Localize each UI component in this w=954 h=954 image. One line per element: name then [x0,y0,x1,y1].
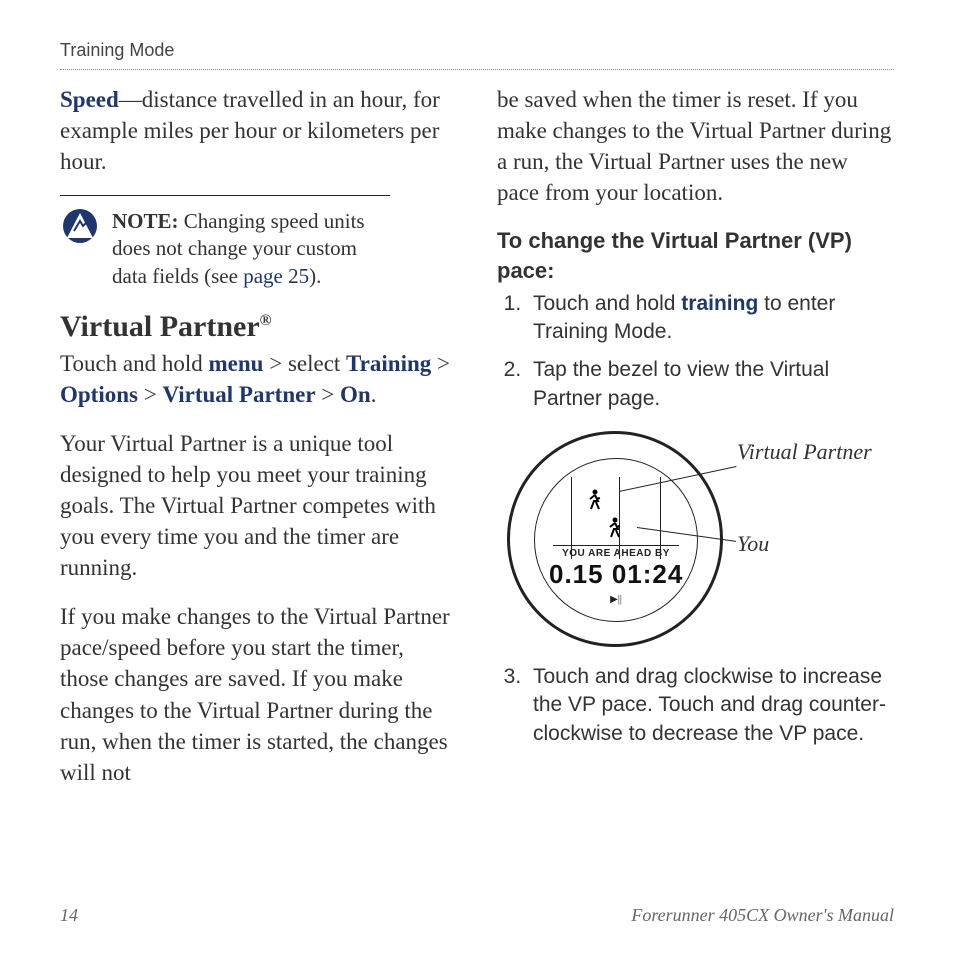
page-25-link[interactable]: page 25 [243,264,309,288]
step-1: Touch and hold training to enter Trainin… [527,290,894,347]
right-column: be saved when the timer is reset. If you… [497,84,894,874]
callout-you: You [737,531,769,557]
status-line: YOU ARE AHEAD BY [553,545,679,559]
you-runner-icon [605,517,623,539]
virtual-partner-heading: Virtual Partner® [60,310,457,344]
left-column: Speed—distance travelled in an hour, for… [60,84,457,874]
speed-definition: Speed—distance travelled in an hour, for… [60,84,457,177]
note-text: NOTE: Changing speed units does not chan… [112,208,390,290]
watch-readout: 0.15 01:24 [549,559,683,590]
watch-bezel: YOU ARE AHEAD BY 0.15 01:24 ▶|| [507,431,723,647]
callout-virtual-partner: Virtual Partner [737,439,872,465]
warning-triangle-icon [60,208,100,244]
vp-intro-para: Your Virtual Partner is a unique tool de… [60,428,457,583]
vp-changes-para: If you make changes to the Virtual Partn… [60,601,457,787]
virtual-partner-runner-icon [585,489,603,511]
page-number: 14 [60,905,78,926]
steps-list-cont: Touch and drag clockwise to increase the… [497,663,894,748]
watch-illustration: YOU ARE AHEAD BY 0.15 01:24 ▶|| Virtual … [497,431,894,651]
menu-path: Touch and hold menu > select Training > … [60,348,457,410]
watch-face: YOU ARE AHEAD BY 0.15 01:24 ▶|| [534,458,698,622]
change-vp-pace-heading: To change the Virtual Partner (VP) pace: [497,226,894,285]
play-pause-icon: ▶|| [610,594,622,605]
note-block: NOTE: Changing speed units does not chan… [60,195,390,290]
running-head: Training Mode [60,40,894,70]
steps-list: Touch and hold training to enter Trainin… [497,290,894,413]
manual-title: Forerunner 405CX Owner's Manual [631,905,894,926]
page-footer: 14 Forerunner 405CX Owner's Manual [60,905,894,926]
step-2: Tap the bezel to view the Virtual Partne… [527,356,894,413]
speed-term: Speed [60,87,119,112]
vp-continuation-para: be saved when the timer is reset. If you… [497,84,894,208]
step-3: Touch and drag clockwise to increase the… [527,663,894,748]
